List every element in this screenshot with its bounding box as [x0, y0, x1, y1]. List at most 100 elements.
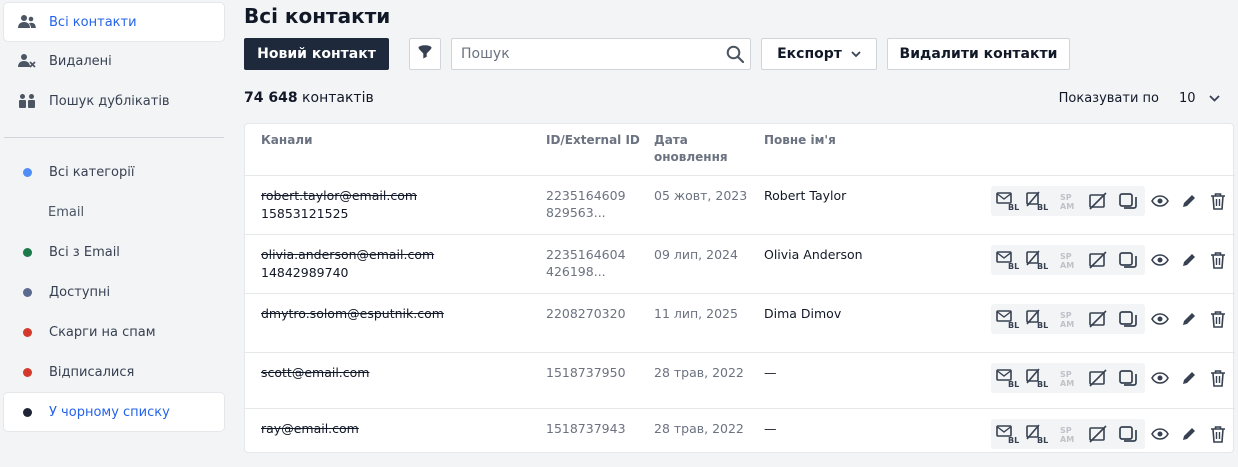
sms-blacklist-icon[interactable]: BL	[1023, 186, 1053, 216]
spam-icon[interactable]: SP AM	[1053, 304, 1083, 334]
per-page-select[interactable]: 10	[1179, 91, 1209, 106]
sidebar-item-label: У чорному списку	[49, 404, 170, 420]
svg-text:BL: BL	[1008, 321, 1019, 329]
sidebar-item-deleted[interactable]: Видалені	[4, 42, 224, 80]
main-content: Всі контакти Новий контакт Експорт Видал…	[244, 0, 1238, 453]
spam-icon[interactable]: SP AM	[1053, 186, 1083, 216]
delete-contacts-button[interactable]: Видалити контакти	[887, 38, 1070, 70]
delete-icon[interactable]	[1203, 186, 1232, 216]
svg-text:AM: AM	[1060, 379, 1074, 388]
svg-text:SP: SP	[1060, 252, 1072, 261]
copy-icon[interactable]	[1113, 245, 1143, 275]
email-blacklist-icon[interactable]: BL	[993, 245, 1023, 275]
copy-icon[interactable]	[1113, 186, 1143, 216]
svg-text:BL: BL	[1008, 262, 1019, 270]
row-external-id: 829563...	[546, 205, 606, 220]
sidebar-subitem-email[interactable]: Email	[48, 205, 84, 220]
new-contact-button[interactable]: Новий контакт	[244, 38, 389, 70]
view-icon[interactable]	[1145, 419, 1174, 449]
row-email[interactable]: olivia.anderson@email.com	[261, 246, 434, 263]
sms-blacklist-icon[interactable]: BL	[1023, 245, 1053, 275]
row-id: 1518737943	[546, 421, 626, 436]
edit-icon[interactable]	[1174, 245, 1203, 275]
email-blacklist-icon[interactable]: BL	[993, 363, 1023, 393]
spam-icon[interactable]: SP AM	[1053, 419, 1083, 449]
category-dot	[23, 367, 32, 377]
edit-icon[interactable]	[1174, 186, 1203, 216]
chevron-down-icon[interactable]	[1209, 95, 1220, 102]
search-icon[interactable]	[720, 45, 750, 63]
table-row[interactable]: dmytro.solom@esputnik.com 2208270320 11 …	[245, 293, 1235, 352]
unsubscribe-icon[interactable]	[1083, 304, 1113, 334]
row-name: —	[764, 365, 777, 380]
sidebar-item-spam-complaints[interactable]: Скарги на спам	[4, 313, 224, 351]
email-blacklist-icon[interactable]: BL	[993, 419, 1023, 449]
copy-icon[interactable]	[1113, 304, 1143, 334]
row-date: 28 трав, 2022	[654, 365, 744, 380]
view-icon[interactable]	[1145, 363, 1174, 393]
copy-icon[interactable]	[1113, 363, 1143, 393]
svg-text:BL: BL	[1037, 321, 1048, 329]
edit-icon[interactable]	[1174, 363, 1203, 393]
per-page-control: Показувати по 10	[1059, 91, 1220, 106]
sidebar-item-label: Доступні	[49, 284, 111, 300]
spam-icon[interactable]: SP AM	[1053, 363, 1083, 393]
sidebar-item-all-contacts[interactable]: Всі контакти	[4, 3, 224, 41]
row-name: Robert Taylor	[764, 188, 847, 203]
sidebar-item-unsubscribed[interactable]: Відписалися	[4, 353, 224, 391]
email-blacklist-icon[interactable]: BL	[993, 186, 1023, 216]
search-input[interactable]	[452, 46, 720, 62]
sidebar-item-all-email[interactable]: Всі з Email	[4, 233, 224, 271]
row-id: 2235164604	[546, 247, 626, 262]
sidebar-item-blacklist[interactable]: У чорному списку	[4, 393, 224, 431]
table-row[interactable]: scott@email.com 1518737950 28 трав, 2022…	[245, 352, 1235, 411]
svg-text:BL: BL	[1008, 203, 1019, 211]
table-row[interactable]: robert.taylor@email.com 15853121525 2235…	[245, 175, 1235, 234]
sidebar-item-label: Пошук дублікатів	[49, 93, 170, 109]
row-phone: 15853121525	[261, 206, 349, 221]
row-email[interactable]: scott@email.com	[261, 364, 369, 381]
delete-icon[interactable]	[1203, 304, 1232, 334]
table-row[interactable]: olivia.anderson@email.com 14842989740 22…	[245, 234, 1235, 293]
row-email[interactable]: dmytro.solom@esputnik.com	[261, 305, 444, 322]
edit-icon[interactable]	[1174, 419, 1203, 449]
row-date: 05 жовт, 2023	[654, 188, 748, 203]
sidebar-item-all-categories[interactable]: Всі категорії	[4, 153, 224, 191]
svg-text:SP: SP	[1060, 426, 1072, 435]
edit-icon[interactable]	[1174, 304, 1203, 334]
channel-actions-group: BL BL SP AM	[991, 363, 1145, 393]
view-icon[interactable]	[1145, 186, 1174, 216]
delete-icon[interactable]	[1203, 245, 1232, 275]
unsubscribe-icon[interactable]	[1083, 245, 1113, 275]
table-row[interactable]: ray@email.com 1518737943 28 трав, 2022 —…	[245, 408, 1235, 467]
unsubscribe-icon[interactable]	[1083, 419, 1113, 449]
spam-icon[interactable]: SP AM	[1053, 245, 1083, 275]
column-header-updated: Дата оновлення	[654, 133, 728, 164]
unsubscribe-icon[interactable]	[1083, 186, 1113, 216]
filter-button[interactable]	[409, 38, 441, 70]
sidebar-item-duplicates[interactable]: Пошук дублікатів	[4, 82, 224, 120]
channel-actions-group: BL BL SP AM	[991, 419, 1145, 449]
row-email[interactable]: ray@email.com	[261, 420, 359, 437]
row-date: 11 лип, 2025	[654, 306, 738, 321]
row-email[interactable]: robert.taylor@email.com	[261, 187, 417, 204]
row-id: 1518737950	[546, 365, 626, 380]
row-name: —	[764, 421, 777, 436]
svg-text:BL: BL	[1008, 380, 1019, 388]
unsubscribe-icon[interactable]	[1083, 363, 1113, 393]
sms-blacklist-icon[interactable]: BL	[1023, 363, 1053, 393]
copy-icon[interactable]	[1113, 419, 1143, 449]
view-icon[interactable]	[1145, 304, 1174, 334]
view-icon[interactable]	[1145, 245, 1174, 275]
sms-blacklist-icon[interactable]: BL	[1023, 304, 1053, 334]
sms-blacklist-icon[interactable]: BL	[1023, 419, 1053, 449]
delete-icon[interactable]	[1203, 363, 1232, 393]
sidebar-item-available[interactable]: Доступні	[4, 273, 224, 311]
category-dot	[23, 167, 32, 177]
delete-icon[interactable]	[1203, 419, 1232, 449]
sidebar-item-label: Відписалися	[49, 364, 135, 380]
export-button[interactable]: Експорт	[761, 38, 877, 70]
per-page-label: Показувати по	[1058, 91, 1159, 106]
email-blacklist-icon[interactable]: BL	[993, 304, 1023, 334]
duplicates-icon	[18, 92, 36, 110]
